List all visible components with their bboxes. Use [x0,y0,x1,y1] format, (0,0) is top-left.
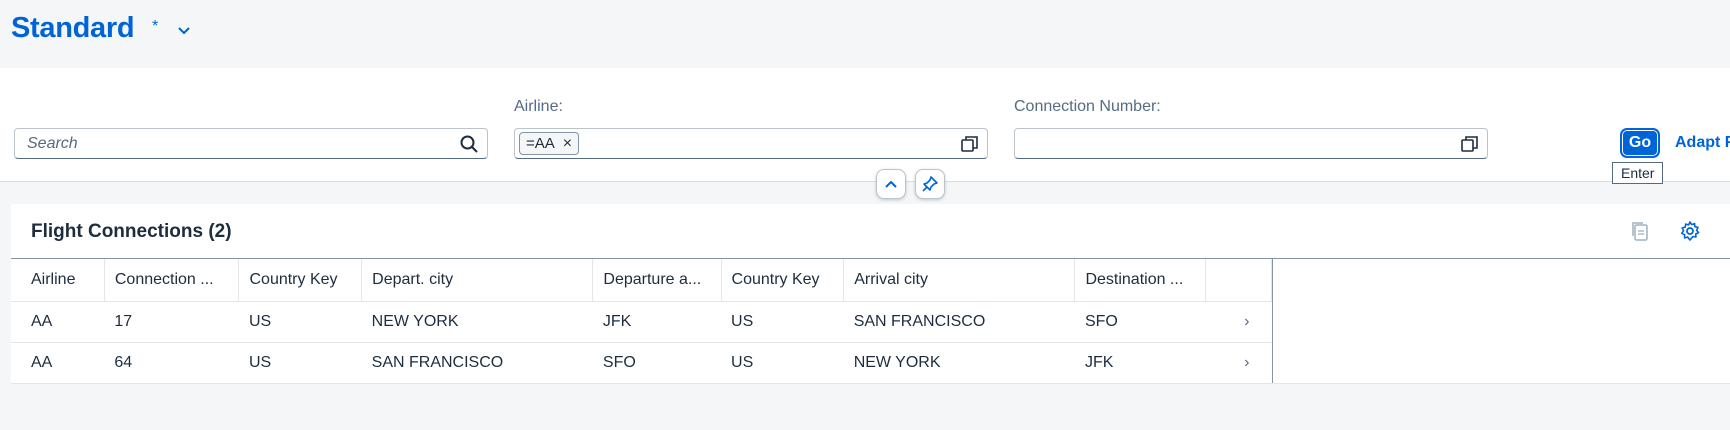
cell-depart-city: NEW YORK [361,301,593,343]
column-header[interactable]: Destination ... [1074,259,1206,302]
token-remove-icon[interactable]: × [563,135,572,152]
filter-bar: Search Airline: =AA × Connection Number: [0,68,1730,182]
cell-country-key: US [238,301,362,343]
table-header-row: Airline Connection ... Country Key Depar… [11,259,1273,302]
cell-airline: AA [11,301,105,343]
navigation-arrow-icon[interactable]: › [1205,342,1272,384]
table-title: Flight Connections (2) [31,221,232,242]
go-tooltip: Enter [1612,162,1664,184]
table-row[interactable]: AA 17 US NEW YORK JFK US SAN FRANCISCO S… [11,301,1272,343]
search-icon[interactable] [459,134,479,154]
page-header: Standard * [0,0,1730,68]
cell-country-key: US [238,342,362,384]
cell-departure-airport: JFK [592,301,722,343]
column-header[interactable]: Country Key [721,259,845,302]
chevron-down-icon[interactable] [176,25,192,37]
cell-country-key: US [721,342,844,384]
adapt-filters-button[interactable]: Adapt F [1675,134,1730,152]
airline-token[interactable]: =AA × [519,132,580,155]
airline-field[interactable]: =AA × [514,128,988,159]
pin-icon [922,176,938,192]
table-row[interactable]: AA 64 US SAN FRANCISCO SFO US NEW YORK J… [11,342,1272,384]
flight-connections-table-card: Flight Connections (2) Airline Connectio… [11,204,1730,384]
chevron-up-icon [885,180,897,188]
settings-icon[interactable] [1679,220,1701,242]
cell-arrival-city: SAN FRANCISCO [843,301,1075,343]
cell-arrival-city: NEW YORK [843,342,1075,384]
cell-depart-city: SAN FRANCISCO [361,342,593,384]
value-help-icon[interactable] [1461,135,1479,153]
cell-connection: 64 [104,342,239,384]
airline-token-text: =AA [526,135,555,152]
cell-country-key: US [721,301,844,343]
connection-number-label: Connection Number: [1014,98,1161,115]
column-header[interactable]: Country Key [238,259,363,302]
column-header [1205,259,1273,302]
column-header[interactable]: Depart. city [361,259,594,302]
column-header[interactable]: Arrival city [843,259,1076,302]
cell-connection: 17 [104,301,239,343]
column-header[interactable]: Connection ... [104,259,240,302]
column-header[interactable]: Airline [11,259,105,302]
cell-departure-airport: SFO [592,342,722,384]
connection-number-field[interactable] [1014,128,1488,159]
cell-destination: JFK [1074,342,1206,384]
table-divider [1272,258,1273,384]
search-placeholder: Search [27,135,78,152]
go-button[interactable]: Go [1620,128,1660,158]
table: Airline Connection ... Country Key Depar… [11,258,1730,384]
column-header[interactable]: Departure a... [592,259,722,302]
cell-destination: SFO [1074,301,1206,343]
variant-modified-indicator: * [152,18,159,35]
airline-label: Airline: [514,98,563,115]
pin-header-button[interactable] [915,169,945,199]
search-input[interactable]: Search [14,128,488,159]
table-divider [11,383,1730,384]
collapse-header-button[interactable] [876,169,906,199]
navigation-arrow-icon[interactable]: › [1205,301,1272,343]
copy-icon[interactable] [1629,220,1651,242]
variant-title[interactable]: Standard [11,12,135,45]
cell-airline: AA [11,342,105,384]
value-help-icon[interactable] [961,135,979,153]
